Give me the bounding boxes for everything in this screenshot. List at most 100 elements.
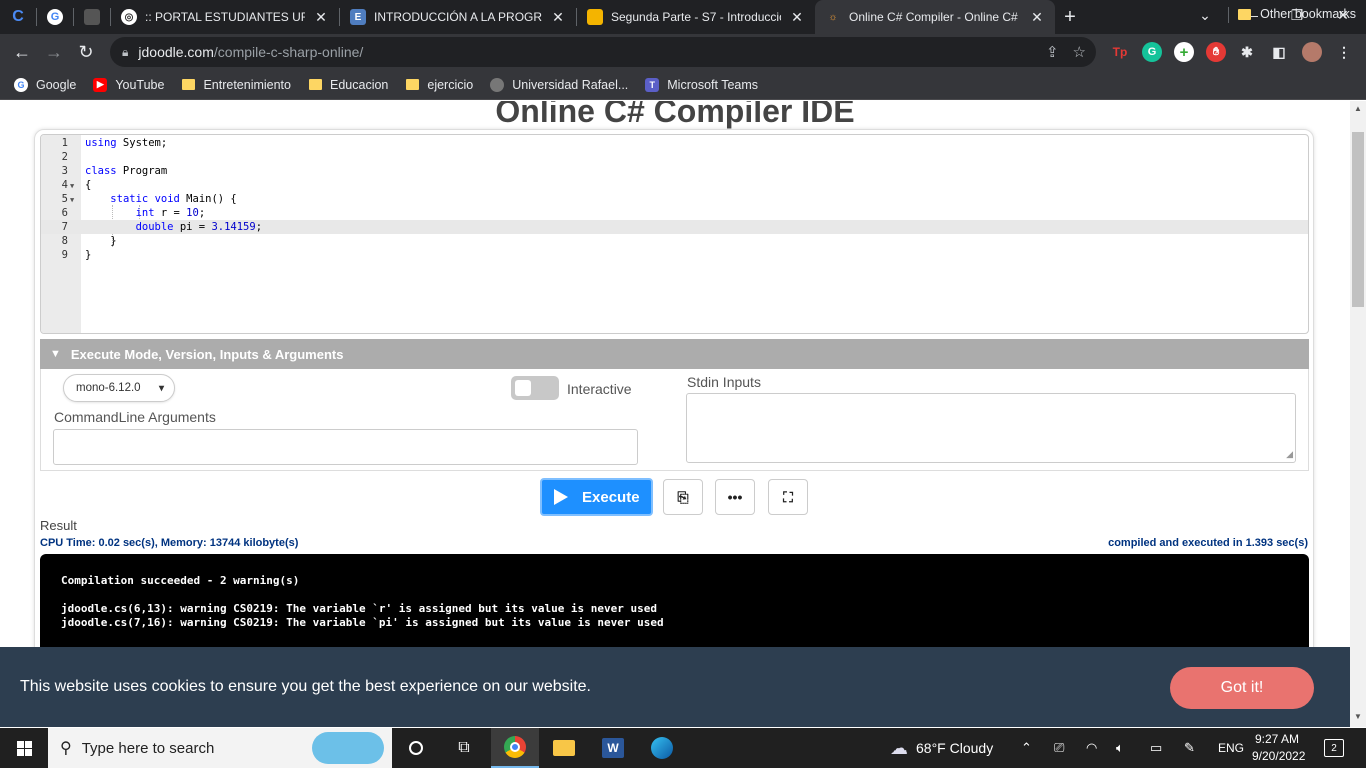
fold-arrow-icon[interactable]: ▼: [70, 179, 74, 193]
code-line: 9}: [41, 248, 1308, 262]
chrome-c-icon: C: [12, 8, 24, 25]
volume-muted-icon[interactable]: 🔈︎: [1116, 728, 1124, 768]
bookmark-label: ejercicio: [427, 77, 474, 92]
meet-now-icon[interactable]: ⎚: [1054, 728, 1064, 768]
notifications-icon[interactable]: 2: [1324, 728, 1344, 768]
forward-icon[interactable]: →: [38, 36, 70, 68]
execute-mode-header[interactable]: ▼ Execute Mode, Version, Inputs & Argume…: [40, 339, 1309, 369]
fold-arrow-icon[interactable]: ▼: [70, 193, 74, 207]
resize-grip-icon[interactable]: ◢: [1286, 449, 1293, 460]
code-text: }: [85, 235, 117, 247]
address-bar[interactable]: 🔒︎ jdoodle.com/compile-c-sharp-online/ ⇪…: [110, 37, 1096, 67]
stdin-textarea[interactable]: ◢: [686, 393, 1296, 463]
edge-icon[interactable]: [638, 728, 686, 768]
side-panel-icon[interactable]: ◧: [1269, 42, 1289, 62]
line-number: 4: [61, 179, 68, 191]
bookmark-entretenimiento[interactable]: Entretenimiento: [181, 78, 291, 92]
extensions-puzzle-icon[interactable]: ✱: [1237, 42, 1257, 62]
fullscreen-button[interactable]: ⛶: [768, 479, 808, 515]
back-icon[interactable]: ←: [6, 36, 38, 68]
close-tab-icon[interactable]: ✕: [789, 9, 805, 26]
chevron-down-icon: ▼: [50, 348, 61, 360]
battery-icon[interactable]: ▭: [1150, 728, 1162, 768]
stdin-label: Stdin Inputs: [687, 374, 761, 390]
cortana-icon[interactable]: [392, 728, 440, 768]
chrome-taskbar-icon[interactable]: [491, 728, 539, 768]
scroll-thumb[interactable]: [1352, 132, 1364, 307]
line-number: 8: [61, 235, 68, 247]
bookmark-educacion[interactable]: Educacion: [308, 78, 388, 92]
tp-extension-icon[interactable]: Tp: [1110, 42, 1130, 62]
tab-search-icon[interactable]: ⌄: [1182, 0, 1228, 30]
task-view-icon[interactable]: ⧉: [440, 728, 488, 768]
penguin-icon: [84, 9, 100, 25]
bookmark-label: Entretenimiento: [203, 77, 291, 92]
page-title: Online C# Compiler IDE: [495, 101, 855, 129]
close-tab-icon[interactable]: ✕: [1029, 9, 1045, 26]
grammarly-icon[interactable]: G: [1142, 42, 1162, 62]
tab-chrome-pinned[interactable]: C: [0, 0, 36, 34]
youtube-icon: ▶: [93, 77, 108, 92]
cloud-icon: ☁: [890, 737, 908, 758]
profile-avatar[interactable]: [1302, 42, 1322, 62]
jdoodle-icon: ☼: [828, 11, 838, 23]
tab-jdoodle-active[interactable]: ☼ Online C# Compiler - Online C# E ✕: [815, 0, 1055, 34]
other-bookmarks[interactable]: Other bookmarks: [1238, 7, 1356, 21]
keyword-int: int: [135, 207, 155, 219]
language-indicator[interactable]: ENG: [1218, 728, 1244, 768]
upload-file-button[interactable]: ⎘: [663, 479, 703, 515]
close-tab-icon[interactable]: ✕: [550, 9, 566, 26]
scroll-up-arrow-icon[interactable]: ▲: [1350, 104, 1366, 118]
menu-kebab-icon[interactable]: ⋮: [1334, 42, 1354, 62]
weather-widget[interactable]: ☁ 68°F Cloudy: [890, 728, 993, 768]
windows-logo-icon: [16, 740, 32, 756]
document-icon: E: [350, 9, 366, 25]
tab-google-pinned[interactable]: G: [37, 0, 73, 34]
new-tab-button[interactable]: +: [1055, 0, 1085, 34]
keyword-using: using: [85, 137, 117, 149]
more-options-button[interactable]: •••: [715, 479, 755, 515]
line-number: 2: [61, 151, 68, 163]
tray-overflow-icon[interactable]: ⌃: [1021, 728, 1032, 768]
globe-icon: ◎: [121, 9, 137, 25]
reload-icon[interactable]: ↻: [70, 36, 102, 68]
scroll-down-arrow-icon[interactable]: ▼: [1350, 712, 1366, 726]
stop-extension-icon[interactable]: ✋︎: [1206, 42, 1226, 62]
close-tab-icon[interactable]: ✕: [313, 9, 329, 26]
wifi-icon[interactable]: ◠: [1086, 728, 1097, 768]
code-line: 6 int r = 10;: [41, 206, 1308, 220]
tab-penguin-pinned[interactable]: [74, 0, 110, 34]
clock-time: 9:27 AM: [1254, 732, 1300, 746]
bookmark-star-icon[interactable]: ☆: [1073, 43, 1086, 61]
system-clock[interactable]: 9:27 AM 9/20/2022: [1252, 731, 1305, 765]
bookmark-google[interactable]: G Google: [14, 77, 77, 92]
bookmark-youtube[interactable]: ▶ YouTube: [93, 77, 164, 92]
output-line: Compilation succeeded - 2 warning(s): [61, 574, 300, 587]
url-host: jdoodle.com: [138, 44, 214, 60]
bookmark-teams[interactable]: T Microsoft Teams: [645, 77, 758, 92]
tab-title: :: PORTAL ESTUDIANTES URL ::: [145, 10, 305, 24]
taskbar-search[interactable]: ⚲ Type here to search: [48, 728, 392, 768]
bookmark-ejercicio[interactable]: ejercicio: [405, 78, 473, 92]
bookmark-universidad[interactable]: Universidad Rafael...: [490, 77, 628, 92]
code-editor[interactable]: 1 using System; 2 3 class Program 4 ▼ { 5 ▼ s…: [40, 134, 1309, 334]
bookmark-label: Google: [36, 77, 77, 92]
cookie-accept-button[interactable]: Got it!: [1170, 667, 1314, 709]
file-explorer-icon[interactable]: [540, 728, 588, 768]
word-icon[interactable]: W: [589, 728, 637, 768]
execute-button[interactable]: Execute: [540, 478, 653, 516]
tab-segunda-parte[interactable]: Segunda Parte - S7 - Introduccion ✕: [577, 0, 815, 34]
cmd-args-input[interactable]: [53, 429, 638, 465]
result-label: Result: [40, 518, 77, 533]
version-select[interactable]: mono-6.12.0 ▾: [63, 374, 175, 402]
tab-portal-estudiantes[interactable]: ◎ :: PORTAL ESTUDIANTES URL :: ✕: [111, 0, 339, 34]
pen-icon[interactable]: ✎: [1184, 728, 1195, 768]
version-value: mono-6.12.0: [76, 382, 141, 394]
tab-introduccion[interactable]: E INTRODUCCIÓN A LA PROGRAM ✕: [340, 0, 576, 34]
code-line: 3 class Program: [41, 164, 1308, 178]
start-button[interactable]: [0, 728, 48, 768]
keyword-double: double: [135, 221, 174, 233]
share-icon[interactable]: ⇪: [1046, 43, 1059, 61]
interactive-toggle[interactable]: [511, 376, 559, 400]
add-extension-icon[interactable]: +: [1174, 42, 1194, 62]
